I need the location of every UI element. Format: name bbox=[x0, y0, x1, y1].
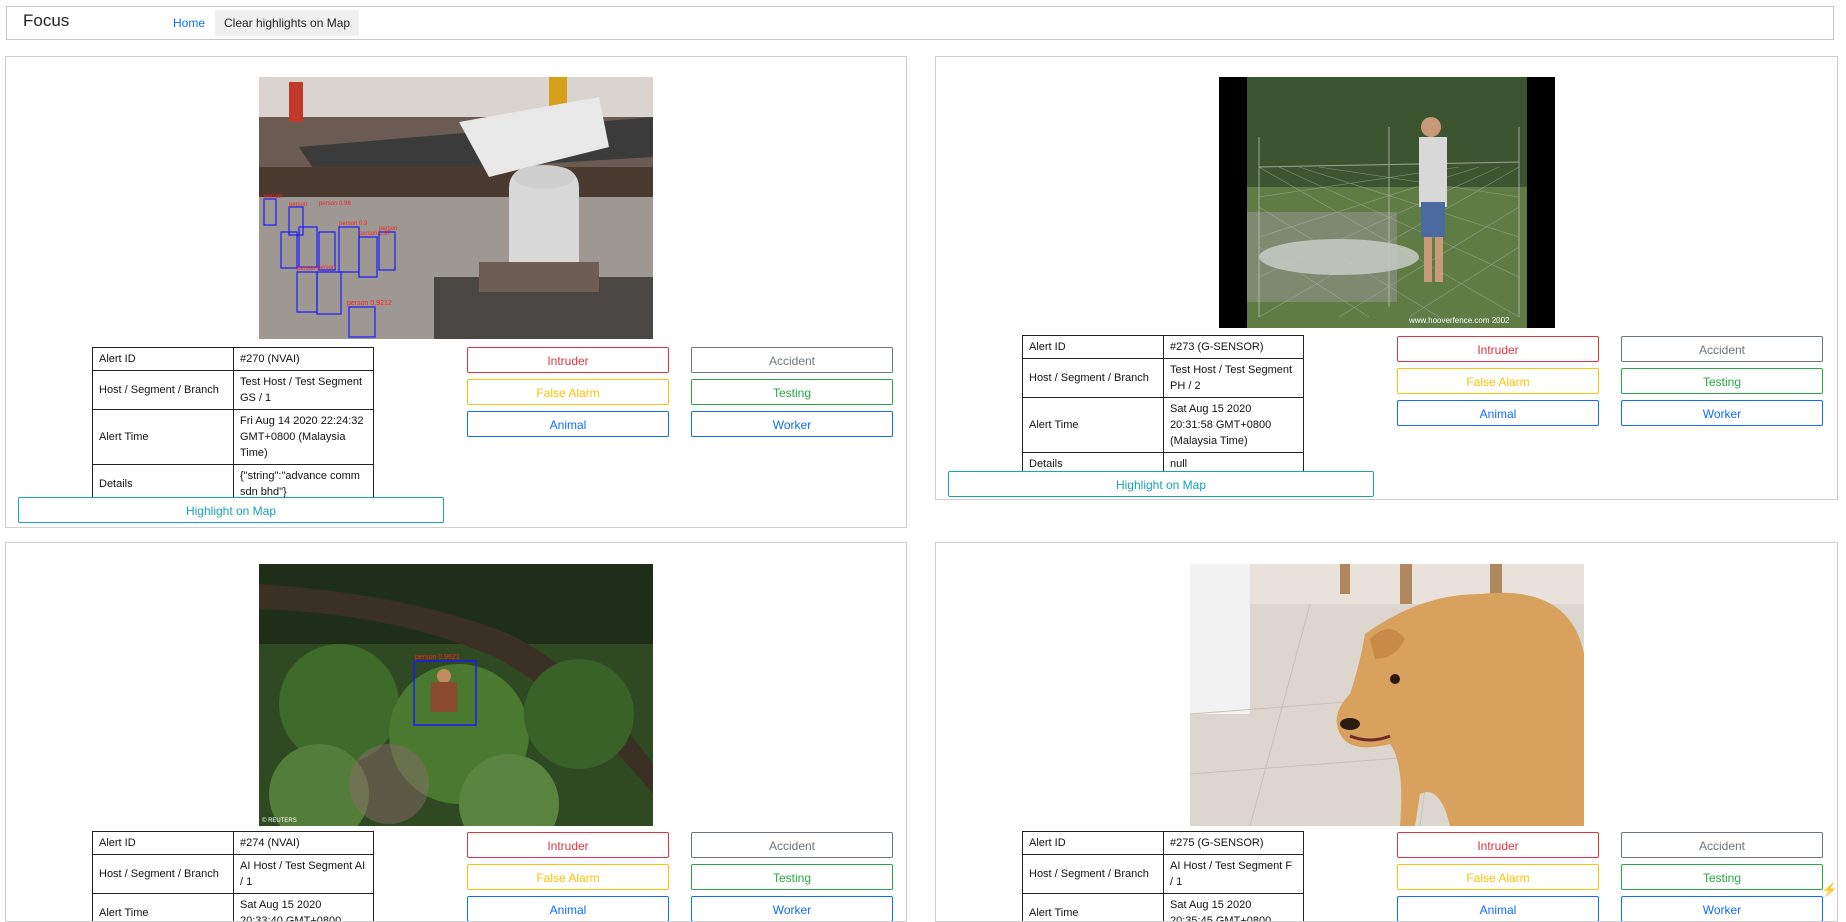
alert-details-table: Alert ID #273 (G-SENSOR) Host / Segment … bbox=[1022, 335, 1304, 476]
animal-button[interactable]: Animal bbox=[1397, 896, 1599, 922]
intruder-button[interactable]: Intruder bbox=[467, 832, 669, 858]
highlight-on-map-button[interactable]: Highlight on Map bbox=[18, 497, 444, 523]
alert-id-value: #270 (NVAI) bbox=[234, 348, 374, 371]
lightning-icon: ⚡ bbox=[1822, 882, 1838, 898]
svg-text:person 0.9: person 0.9 bbox=[339, 221, 368, 227]
testing-button[interactable]: Testing bbox=[691, 379, 893, 405]
alert-details-table: Alert ID #274 (NVAI) Host / Segment / Br… bbox=[92, 831, 374, 922]
svg-text:person: person bbox=[264, 194, 282, 200]
host-value: AI Host / Test Segment AI / 1 bbox=[234, 855, 374, 894]
alert-time-label: Alert Time bbox=[1023, 894, 1164, 922]
animal-button[interactable]: Animal bbox=[467, 896, 669, 922]
alert-time-label: Alert Time bbox=[93, 894, 234, 922]
table-row: Alert Time Sat Aug 15 2020 20:31:58 GMT+… bbox=[1023, 398, 1304, 453]
testing-button[interactable]: Testing bbox=[1621, 368, 1823, 394]
alert-time-value: Sat Aug 15 2020 20:31:58 GMT+0800 (Malay… bbox=[1164, 398, 1304, 453]
table-row: Host / Segment / Branch AI Host / Test S… bbox=[93, 855, 374, 894]
svg-text:person: person bbox=[317, 265, 335, 271]
table-row: Alert Time Sat Aug 15 2020 20:33:40 GMT+… bbox=[93, 894, 374, 922]
intruder-button[interactable]: Intruder bbox=[467, 347, 669, 373]
worker-button[interactable]: Worker bbox=[691, 896, 893, 922]
alert-id-label: Alert ID bbox=[93, 348, 234, 371]
alert-card-270: person person person 0.98 person 0.9 per… bbox=[5, 56, 907, 528]
svg-text:person 0.98: person 0.98 bbox=[319, 201, 351, 207]
table-row: Host / Segment / Branch Test Host / Test… bbox=[93, 371, 374, 410]
top-navbar: Focus Home Clear highlights on Map bbox=[6, 6, 1834, 40]
testing-button[interactable]: Testing bbox=[1621, 864, 1823, 890]
accident-button[interactable]: Accident bbox=[1621, 336, 1823, 362]
table-row: Host / Segment / Branch AI Host / Test S… bbox=[1023, 855, 1304, 894]
home-link[interactable]: Home bbox=[173, 16, 205, 30]
table-row: Alert Time Sat Aug 15 2020 20:35:45 GMT+… bbox=[1023, 894, 1304, 922]
alert-id-value: #275 (G-SENSOR) bbox=[1164, 832, 1304, 855]
animal-button[interactable]: Animal bbox=[467, 411, 669, 437]
clear-highlights-button[interactable]: Clear highlights on Map bbox=[215, 10, 359, 36]
false-alarm-button[interactable]: False Alarm bbox=[467, 864, 669, 890]
host-value: AI Host / Test Segment F / 1 bbox=[1164, 855, 1304, 894]
alert-card-273: www.hooverfence.com 2002 Alert ID #273 (… bbox=[935, 56, 1838, 500]
alert-card-275: Alert ID #275 (G-SENSOR) Host / Segment … bbox=[935, 542, 1838, 922]
intruder-button[interactable]: Intruder bbox=[1397, 336, 1599, 362]
testing-button[interactable]: Testing bbox=[691, 864, 893, 890]
image-credit: © REUTERS bbox=[262, 817, 297, 824]
host-label: Host / Segment / Branch bbox=[1023, 359, 1164, 398]
host-label: Host / Segment / Branch bbox=[1023, 855, 1164, 894]
false-alarm-button[interactable]: False Alarm bbox=[467, 379, 669, 405]
alert-snapshot-image: person person person 0.98 person 0.9 per… bbox=[259, 77, 653, 339]
svg-text:person: person bbox=[297, 266, 315, 272]
alert-snapshot-image bbox=[1190, 564, 1584, 826]
alert-id-label: Alert ID bbox=[1023, 336, 1164, 359]
false-alarm-button[interactable]: False Alarm bbox=[1397, 368, 1599, 394]
alert-snapshot-image: www.hooverfence.com 2002 bbox=[1219, 77, 1555, 328]
table-row: Host / Segment / Branch Test Host / Test… bbox=[1023, 359, 1304, 398]
table-row: Alert ID #275 (G-SENSOR) bbox=[1023, 832, 1304, 855]
alert-details-table: Alert ID #275 (G-SENSOR) Host / Segment … bbox=[1022, 831, 1304, 922]
accident-button[interactable]: Accident bbox=[1621, 832, 1823, 858]
alert-snapshot-image: person 0.9621 © REUTERS bbox=[259, 564, 653, 826]
alert-card-274: person 0.9621 © REUTERS Alert ID #274 (N… bbox=[5, 542, 907, 922]
host-label: Host / Segment / Branch bbox=[93, 371, 234, 410]
host-value: Test Host / Test Segment GS / 1 bbox=[234, 371, 374, 410]
detection-label: person 0.9621 bbox=[415, 654, 460, 661]
detection-label: person 0.9212 bbox=[347, 300, 392, 307]
highlight-on-map-button[interactable]: Highlight on Map bbox=[948, 471, 1374, 497]
alert-id-value: #274 (NVAI) bbox=[234, 832, 374, 855]
alert-time-label: Alert Time bbox=[1023, 398, 1164, 453]
accident-button[interactable]: Accident bbox=[691, 832, 893, 858]
svg-text:person: person bbox=[379, 226, 397, 232]
alert-time-label: Alert Time bbox=[93, 410, 234, 465]
svg-text:person: person bbox=[289, 202, 307, 208]
worker-button[interactable]: Worker bbox=[691, 411, 893, 437]
image-watermark: www.hooverfence.com 2002 bbox=[1408, 316, 1510, 325]
alert-details-table: Alert ID #270 (NVAI) Host / Segment / Br… bbox=[92, 347, 374, 504]
alert-time-value: Sat Aug 15 2020 20:33:40 GMT+0800 bbox=[234, 894, 374, 922]
alert-id-label: Alert ID bbox=[1023, 832, 1164, 855]
alert-time-value: Fri Aug 14 2020 22:24:32 GMT+0800 (Malay… bbox=[234, 410, 374, 465]
worker-button[interactable]: Worker bbox=[1621, 896, 1823, 922]
alert-time-value: Sat Aug 15 2020 20:35:45 GMT+0800 bbox=[1164, 894, 1304, 922]
animal-button[interactable]: Animal bbox=[1397, 400, 1599, 426]
alert-id-label: Alert ID bbox=[93, 832, 234, 855]
alert-id-value: #273 (G-SENSOR) bbox=[1164, 336, 1304, 359]
table-row: Alert ID #273 (G-SENSOR) bbox=[1023, 336, 1304, 359]
brand-title: Focus bbox=[23, 11, 69, 31]
worker-button[interactable]: Worker bbox=[1621, 400, 1823, 426]
host-value: Test Host / Test Segment PH / 2 bbox=[1164, 359, 1304, 398]
host-label: Host / Segment / Branch bbox=[93, 855, 234, 894]
table-row: Alert ID #270 (NVAI) bbox=[93, 348, 374, 371]
table-row: Alert ID #274 (NVAI) bbox=[93, 832, 374, 855]
table-row: Alert Time Fri Aug 14 2020 22:24:32 GMT+… bbox=[93, 410, 374, 465]
intruder-button[interactable]: Intruder bbox=[1397, 832, 1599, 858]
false-alarm-button[interactable]: False Alarm bbox=[1397, 864, 1599, 890]
accident-button[interactable]: Accident bbox=[691, 347, 893, 373]
